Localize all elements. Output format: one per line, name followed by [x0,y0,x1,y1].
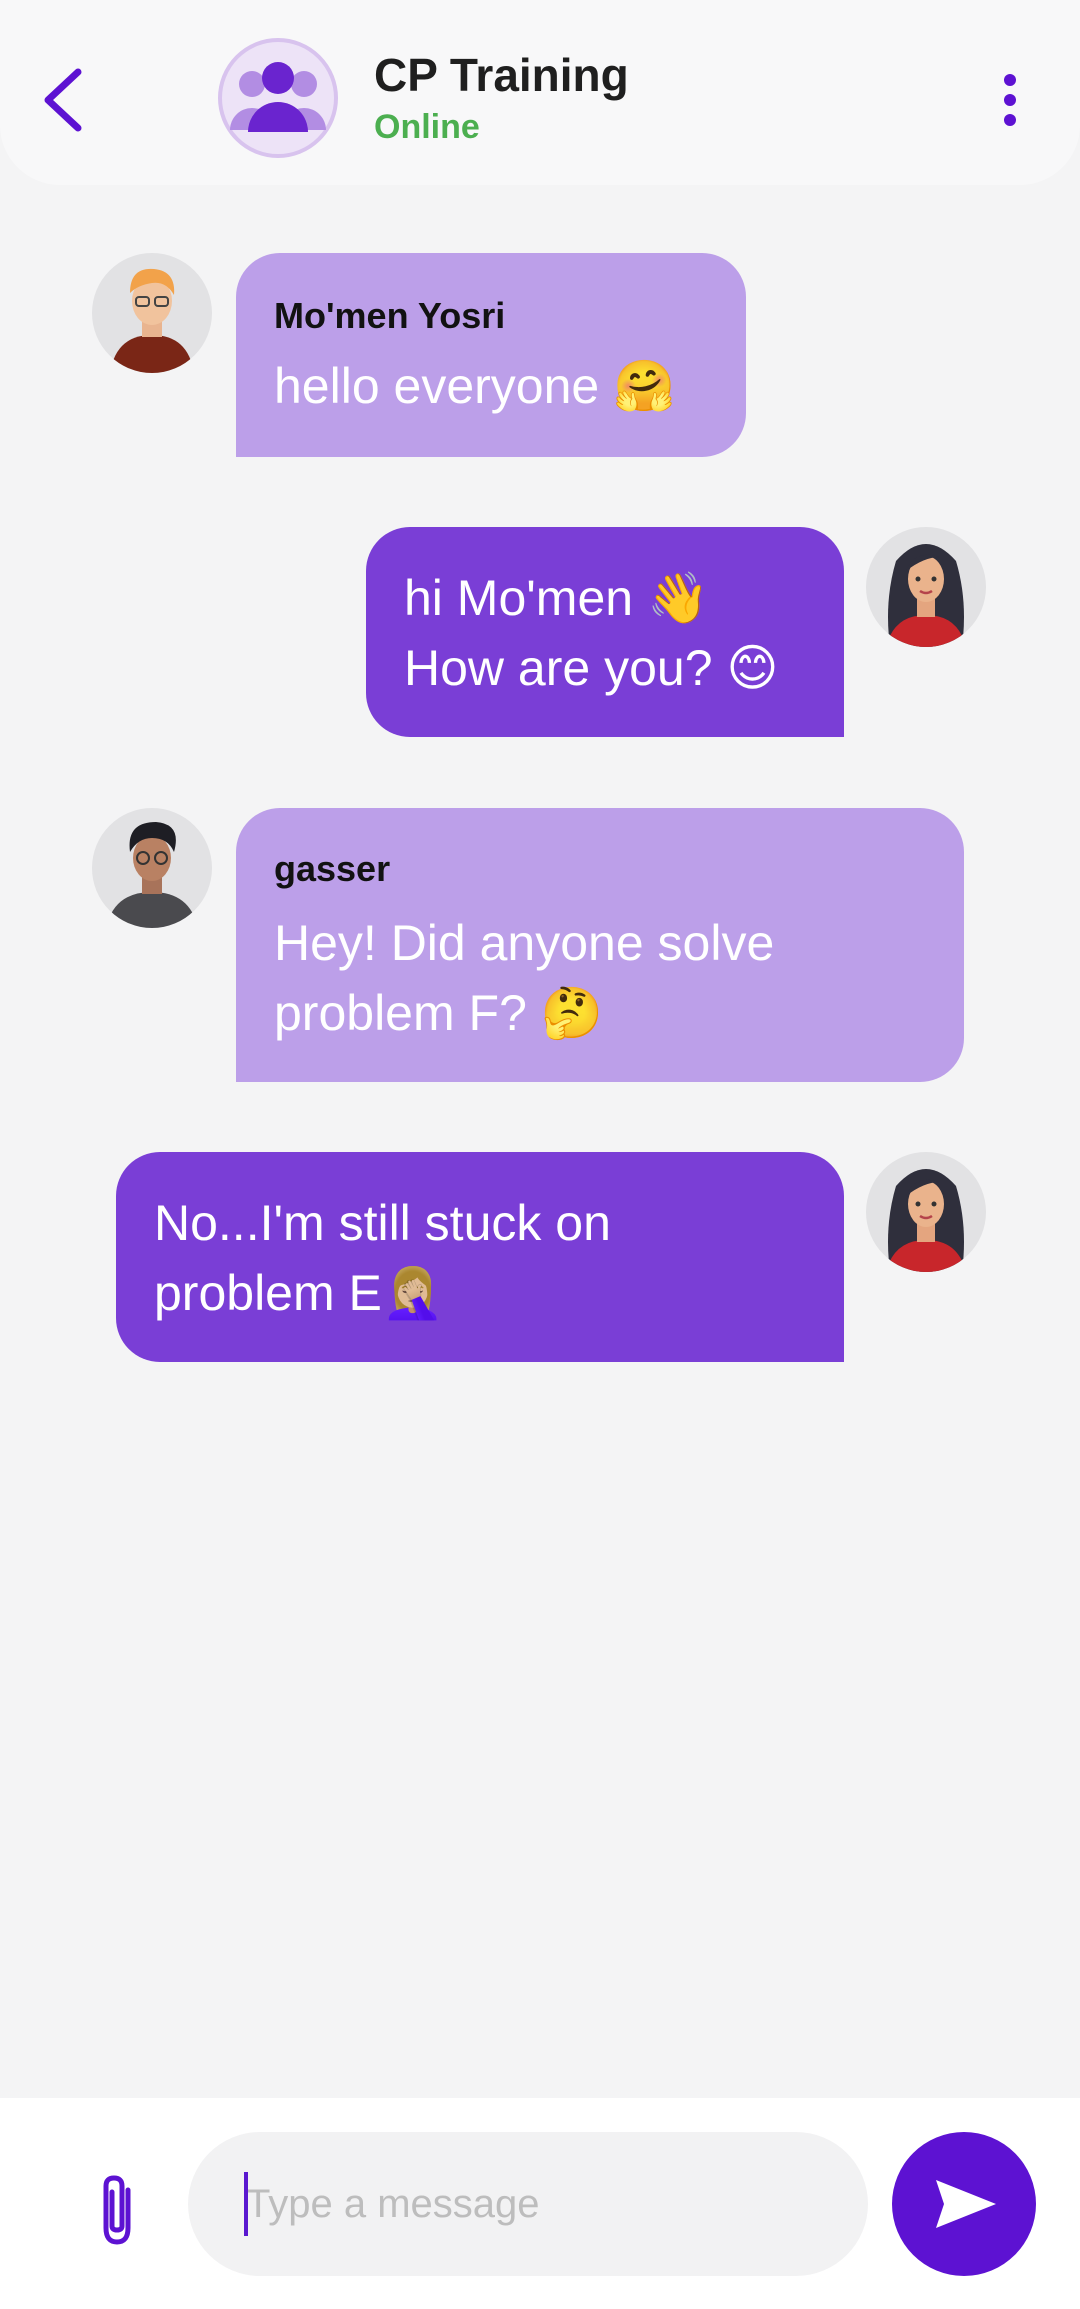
chevron-left-icon [44,68,82,132]
avatar-me[interactable] [866,1152,986,1272]
user-avatar-icon [110,268,194,373]
avatar-momen[interactable] [92,253,212,373]
message-text-line: hi Mo'men 👋 [404,570,710,626]
message-input[interactable] [188,2132,868,2276]
avatar-me[interactable] [866,527,986,647]
avatar-gasser[interactable] [92,808,212,928]
back-button[interactable] [36,60,96,140]
send-icon [936,2180,996,2228]
text-caret [244,2172,248,2236]
attach-button[interactable] [90,2170,145,2250]
message-bubble-incoming[interactable]: Mo'men Yosri hello everyone 🤗 [236,253,746,457]
user-avatar-icon [106,822,198,928]
user-avatar-icon [886,1169,966,1272]
send-button[interactable] [892,2132,1036,2276]
user-avatar-icon [886,544,966,647]
sender-name: Mo'men Yosri [274,295,506,336]
message-text-line: problem F? 🤔 [274,985,604,1041]
message-bubble-outgoing[interactable]: No...I'm still stuck on problem E🤦🏼‍♀️ [116,1152,844,1362]
chat-header: CP Training Online [0,0,1080,185]
message-text-line: How are you? 😊 [404,640,779,696]
more-options-button[interactable] [990,72,1030,128]
online-status: Online [374,108,480,146]
message-text-line: No...I'm still stuck on [154,1195,611,1251]
chat-title: CP Training [374,49,629,101]
more-vertical-icon [1004,74,1016,126]
message-bubble-incoming[interactable]: gasser Hey! Did anyone solve problem F? … [236,808,964,1082]
sender-name: gasser [274,848,391,889]
message-text: hello everyone 🤗 [274,358,676,414]
message-text-line: problem E🤦🏼‍♀️ [154,1265,445,1321]
message-text-line: Hey! Did anyone solve [274,915,775,971]
group-avatar[interactable] [218,38,338,158]
group-icon [230,62,326,132]
paperclip-icon [103,2175,131,2245]
message-bubble-outgoing[interactable]: hi Mo'men 👋 How are you? 😊 [366,527,844,737]
